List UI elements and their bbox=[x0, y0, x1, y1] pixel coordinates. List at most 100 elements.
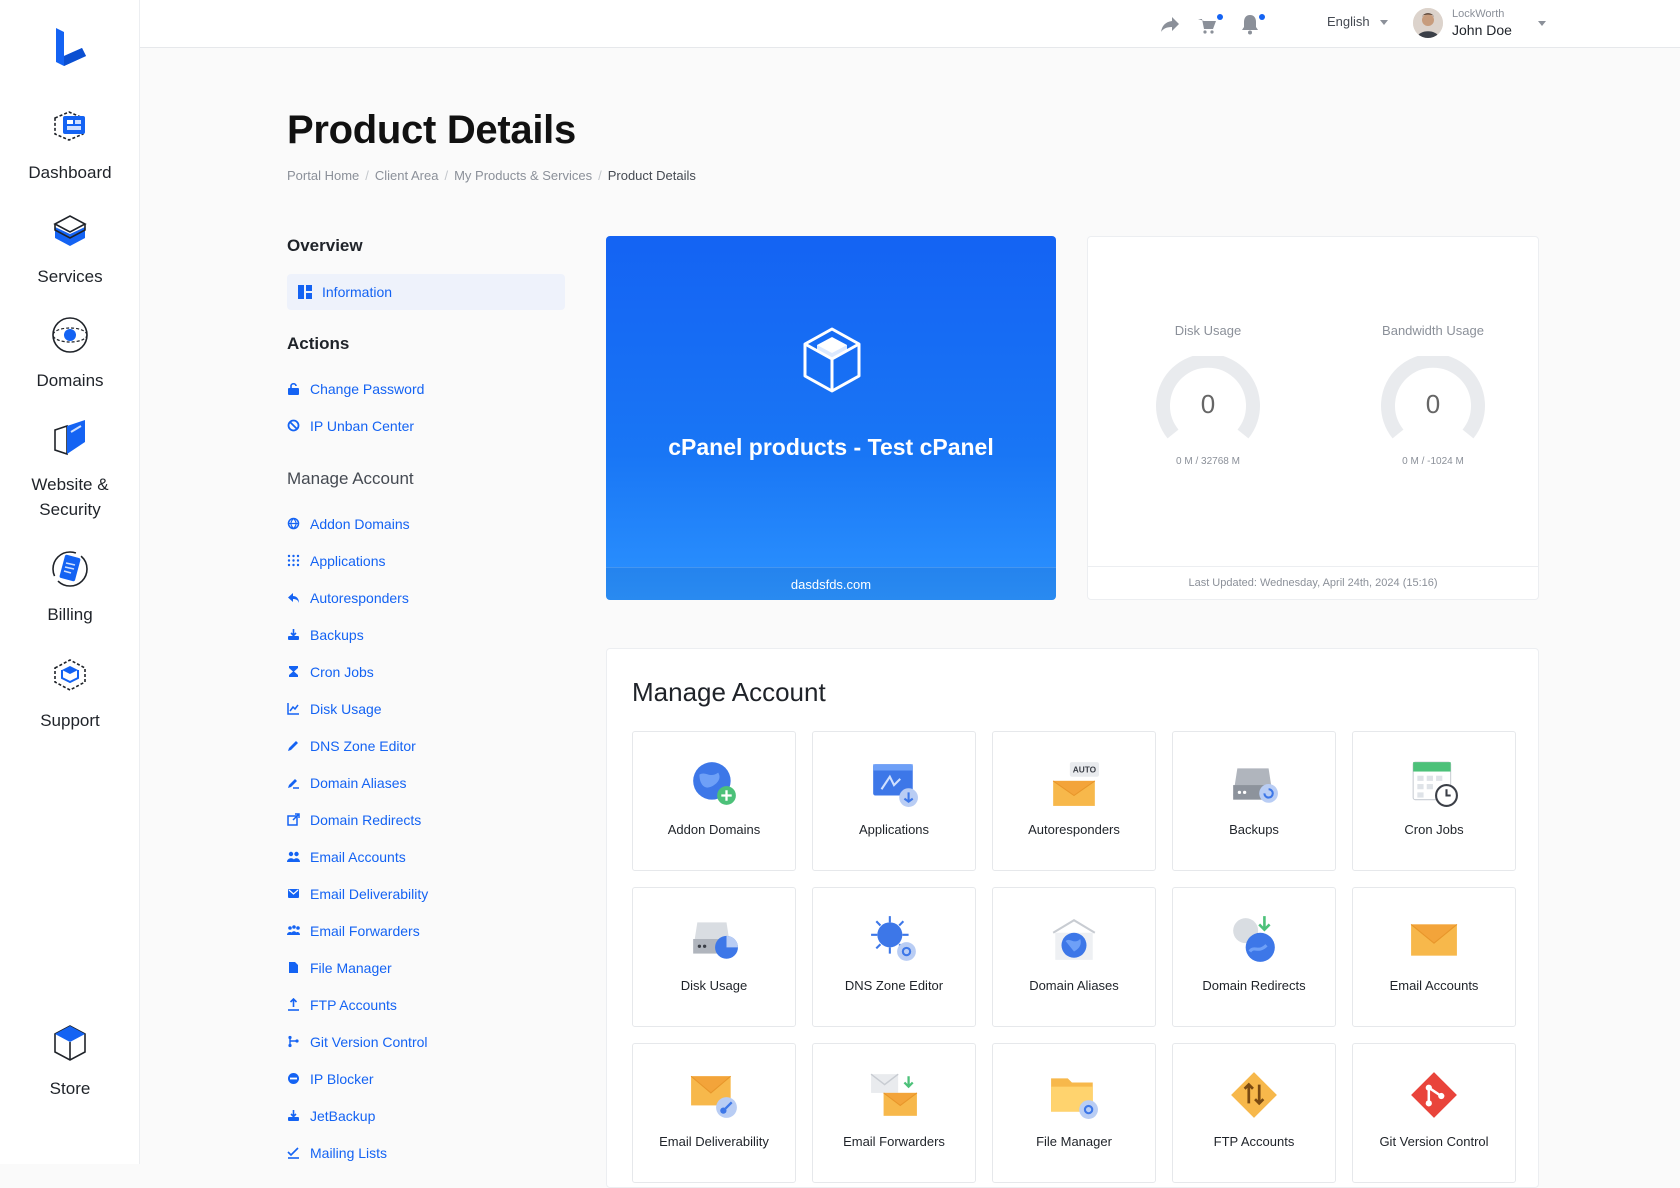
sidebar-change-password[interactable]: Change Password bbox=[287, 370, 567, 407]
breadcrumb-portal-home[interactable]: Portal Home bbox=[287, 168, 359, 183]
sidebar-addon-domains[interactable]: Addon Domains bbox=[287, 505, 567, 542]
sidebar-email-forwarders[interactable]: Email Forwarders bbox=[287, 912, 567, 949]
avatar[interactable] bbox=[1413, 8, 1443, 38]
nav-support-label: Support bbox=[40, 711, 100, 730]
nav-dashboard[interactable]: Dashboard bbox=[0, 104, 140, 185]
website-security-icon bbox=[54, 420, 85, 456]
applications-icon bbox=[287, 554, 300, 567]
tile-disk-usage[interactable]: Disk Usage bbox=[632, 887, 796, 1027]
tile-domain-aliases[interactable]: Domain Aliases bbox=[992, 887, 1156, 1027]
tile-ftp-accounts[interactable]: FTP Accounts bbox=[1172, 1043, 1336, 1183]
sidebar-mailing-lists-label: Mailing Lists bbox=[310, 1144, 388, 1161]
tile-email-forwarders-label: Email Forwarders bbox=[843, 1134, 945, 1149]
sidebar-email-deliverability[interactable]: Email Deliverability bbox=[287, 875, 567, 912]
sidebar-jetbackup[interactable]: JetBackup bbox=[287, 1097, 567, 1134]
git-version-control-icon bbox=[288, 1035, 299, 1048]
email-deliverability-icon bbox=[288, 889, 299, 898]
nav-website-security[interactable]: Website & Security bbox=[0, 416, 140, 522]
top-bar: English LockWorth John Doe bbox=[140, 0, 1680, 48]
sidebar-ip-unban[interactable]: IP Unban Center bbox=[287, 407, 567, 444]
nav-billing[interactable]: Billing bbox=[0, 546, 140, 627]
jetbackup-icon bbox=[288, 1110, 299, 1121]
product-hero-card: cPanel products - Test cPanel dasdsfds.c… bbox=[606, 236, 1056, 600]
ip-blocker-icon bbox=[288, 1073, 299, 1084]
tile-domain-redirects[interactable]: Domain Redirects bbox=[1172, 887, 1336, 1027]
product-domain-link[interactable]: dasdsfds.com bbox=[606, 567, 1056, 600]
sidebar-ftp-accounts[interactable]: FTP Accounts bbox=[287, 986, 567, 1023]
language-selector[interactable]: English bbox=[1327, 14, 1388, 29]
nav-domains-label: Domains bbox=[36, 371, 104, 390]
sidebar-applications[interactable]: Applications bbox=[287, 542, 567, 579]
ftp-accounts-tile-icon bbox=[1231, 1072, 1277, 1118]
sidebar-mailing-lists[interactable]: Mailing Lists bbox=[287, 1134, 567, 1171]
tile-file-manager[interactable]: File Manager bbox=[992, 1043, 1156, 1183]
actions-heading: Actions bbox=[287, 334, 350, 353]
cart-icon[interactable] bbox=[1195, 12, 1219, 36]
breadcrumb-my-products[interactable]: My Products & Services bbox=[454, 168, 592, 183]
sidebar-email-accounts[interactable]: Email Accounts bbox=[287, 838, 567, 875]
tile-dns-zone-editor[interactable]: DNS Zone Editor bbox=[812, 887, 976, 1027]
disk-usage-title: Disk Usage bbox=[1174, 323, 1242, 338]
bandwidth-usage-value: 0 bbox=[1426, 389, 1440, 419]
disk-usage-tile-icon bbox=[693, 922, 738, 959]
chevron-down-icon bbox=[1379, 20, 1388, 26]
sidebar-ip-blocker[interactable]: IP Blocker bbox=[287, 1060, 567, 1097]
tile-addon-domains[interactable]: Addon Domains bbox=[632, 731, 796, 871]
backups-icon bbox=[288, 629, 299, 640]
breadcrumb-client-area[interactable]: Client Area bbox=[375, 168, 439, 183]
disk-usage-gauge: Disk Usage 0 0 M / 32768 M bbox=[1118, 323, 1298, 467]
share-icon[interactable] bbox=[1158, 12, 1182, 36]
manage-account-panel: Manage Account Addon Domains Applications… bbox=[606, 648, 1539, 1188]
nav-store[interactable]: Store bbox=[0, 1020, 140, 1101]
sidebar-email-forwarders-label: Email Forwarders bbox=[310, 922, 420, 939]
sidebar-email-accounts-label: Email Accounts bbox=[310, 848, 406, 865]
tile-cron-jobs[interactable]: Cron Jobs bbox=[1352, 731, 1516, 871]
sidebar-git-version-control[interactable]: Git Version Control bbox=[287, 1023, 567, 1060]
tile-email-forwarders[interactable]: Email Forwarders bbox=[812, 1043, 976, 1183]
mailing-lists-icon bbox=[287, 1147, 299, 1159]
tile-autoresponders[interactable]: AUTO Autoresponders bbox=[992, 731, 1156, 871]
sidebar-domain-aliases[interactable]: Domain Aliases bbox=[287, 764, 567, 801]
tile-git-version-control-label: Git Version Control bbox=[1379, 1134, 1489, 1149]
autoresponder-badge: AUTO bbox=[1073, 765, 1097, 775]
billing-icon bbox=[52, 551, 88, 587]
sidebar-ip-blocker-label: IP Blocker bbox=[310, 1070, 374, 1087]
tile-autoresponders-label: Autoresponders bbox=[1028, 822, 1120, 837]
last-updated: Last Updated: Wednesday, April 24th, 202… bbox=[1088, 566, 1538, 599]
bell-notification-dot bbox=[1259, 14, 1265, 20]
tile-cron-jobs-label: Cron Jobs bbox=[1404, 822, 1464, 837]
disk-usage-dial: 0 bbox=[1156, 356, 1260, 439]
manage-account-tiles: Addon Domains Applications AUTO Autorespond… bbox=[632, 731, 1516, 1183]
tile-email-deliverability[interactable]: Email Deliverability bbox=[632, 1043, 796, 1183]
tile-applications[interactable]: Applications bbox=[812, 731, 976, 871]
email-deliverability-tile-icon bbox=[690, 1075, 737, 1118]
brand-logo[interactable] bbox=[52, 26, 88, 68]
nav-services[interactable]: Services bbox=[0, 208, 140, 289]
sidebar-disk-usage[interactable]: Disk Usage bbox=[287, 690, 567, 727]
sidebar-domain-redirects-label: Domain Redirects bbox=[310, 811, 422, 828]
disk-usage-sub: 0 M / 32768 M bbox=[1176, 456, 1240, 467]
sidebar-change-password-label: Change Password bbox=[310, 380, 425, 397]
domain-redirects-icon bbox=[287, 813, 300, 826]
tile-email-accounts[interactable]: Email Accounts bbox=[1352, 887, 1516, 1027]
email-forwarders-tile-icon bbox=[870, 1073, 918, 1116]
sidebar-backups[interactable]: Backups bbox=[287, 616, 567, 653]
disk-usage-icon bbox=[287, 703, 299, 715]
sidebar-domain-redirects[interactable]: Domain Redirects bbox=[287, 801, 567, 838]
sidebar-file-manager[interactable]: File Manager bbox=[287, 949, 567, 986]
nav-support[interactable]: Support bbox=[0, 652, 140, 733]
sidebar-item-information[interactable]: Information bbox=[287, 274, 565, 310]
user-menu[interactable]: LockWorth John Doe bbox=[1452, 7, 1546, 39]
email-accounts-tile-icon bbox=[1410, 924, 1458, 956]
tile-dns-zone-editor-label: DNS Zone Editor bbox=[844, 978, 944, 993]
sidebar-dns-zone-editor[interactable]: DNS Zone Editor bbox=[287, 727, 567, 764]
tile-git-version-control[interactable]: Git Version Control bbox=[1352, 1043, 1516, 1183]
bandwidth-usage-gauge: Bandwidth Usage 0 0 M / -1024 M bbox=[1343, 323, 1523, 467]
usage-card: Disk Usage 0 0 M / 32768 M Bandwidth Usa… bbox=[1087, 236, 1539, 600]
backups-tile-icon bbox=[1233, 768, 1278, 803]
tile-backups[interactable]: Backups bbox=[1172, 731, 1336, 871]
autoresponders-icon bbox=[288, 593, 299, 603]
sidebar-cron-jobs[interactable]: Cron Jobs bbox=[287, 653, 567, 690]
nav-domains[interactable]: Domains bbox=[0, 312, 140, 393]
sidebar-autoresponders[interactable]: Autoresponders bbox=[287, 579, 567, 616]
